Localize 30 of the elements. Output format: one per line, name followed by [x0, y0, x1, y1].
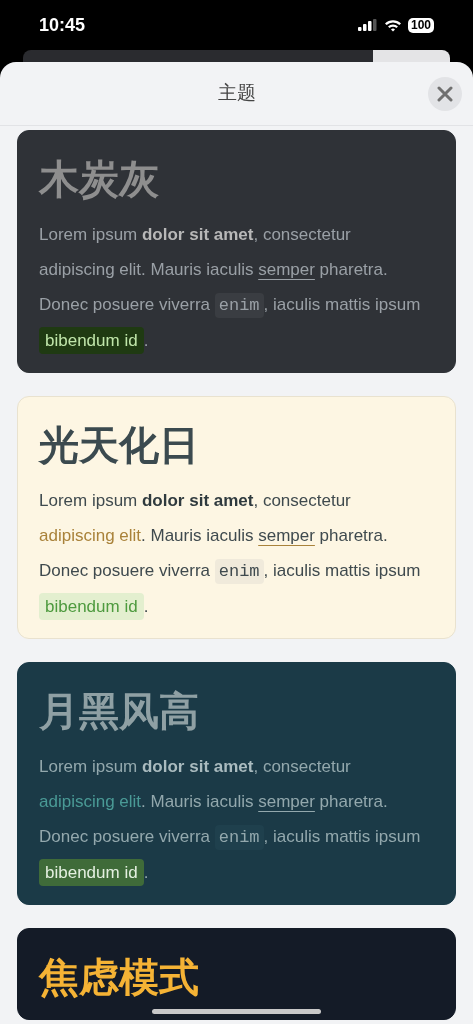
theme-card[interactable]: 月黑风高 Lorem ipsum dolor sit amet, consectetur adipiscing elit. Mauris iaculis semper pharetra. Donec posuere viverra enim , iaculis mattis ipsum bibendum id .: [17, 662, 456, 905]
text-link[interactable]: semper: [258, 260, 315, 279]
theme-title: 光天化日: [39, 421, 200, 470]
text-link[interactable]: adipiscing elit: [39, 260, 142, 279]
signal-icon: [357, 19, 378, 31]
sample-paragraph: Lorem ipsum dolor sit amet, consectetur adipiscing elit. Mauris iaculis semper pharetra. Donec posuere viverra enim , iaculis mattis ipsum bibendum id .: [39, 483, 434, 624]
theme-title: 焦虑模式: [39, 953, 200, 1002]
highlighted-text: bibendum id: [39, 593, 144, 620]
sample-paragraph: Lorem ipsum dolor sit amet, consectetur adipiscing elit. Mauris iaculis semper pharetra. Donec posuere viverra enim , iaculis mattis ipsum bibendum id .: [39, 217, 434, 358]
battery-indicator: 100: [407, 17, 434, 33]
sample-paragraph: Lorem ipsum dolor sit amet, consectetur adipiscing elit. Mauris iaculis semper pharetra. Donec posuere viverra enim , iaculis mattis ipsum bibendum id .: [39, 749, 434, 890]
sheet-title: 主题: [217, 81, 256, 106]
close-button[interactable]: [428, 77, 462, 111]
close-icon: [437, 86, 453, 102]
theme-card[interactable]: 光天化日 Lorem ipsum dolor sit amet, consectetur adipiscing elit. Mauris iaculis semper pharetra. Donec posuere viverra enim , iaculis mattis ipsum bibendum id .: [17, 396, 456, 639]
highlighted-text: bibendum id: [39, 859, 144, 886]
inline-code: enim: [214, 559, 264, 584]
status-time: 10:45: [39, 13, 86, 37]
theme-title: 月黑风高: [39, 687, 200, 736]
wifi-icon: [383, 18, 402, 32]
theme-card[interactable]: 焦虑模式: [17, 928, 456, 1020]
highlighted-text: bibendum id: [39, 327, 144, 354]
theme-card[interactable]: 木炭灰 Lorem ipsum dolor sit amet, consectetur adipiscing elit. Mauris iaculis semper pharetra. Donec posuere viverra enim , iaculis mattis ipsum bibendum id .: [17, 130, 456, 373]
inline-code: enim: [214, 293, 264, 318]
text-link[interactable]: adipiscing elit: [39, 792, 142, 811]
inline-code: enim: [214, 825, 264, 850]
text-link[interactable]: semper: [258, 792, 315, 811]
text-link[interactable]: semper: [258, 526, 315, 545]
theme-title: 木炭灰: [39, 155, 160, 204]
text-link[interactable]: adipiscing elit: [39, 526, 142, 545]
